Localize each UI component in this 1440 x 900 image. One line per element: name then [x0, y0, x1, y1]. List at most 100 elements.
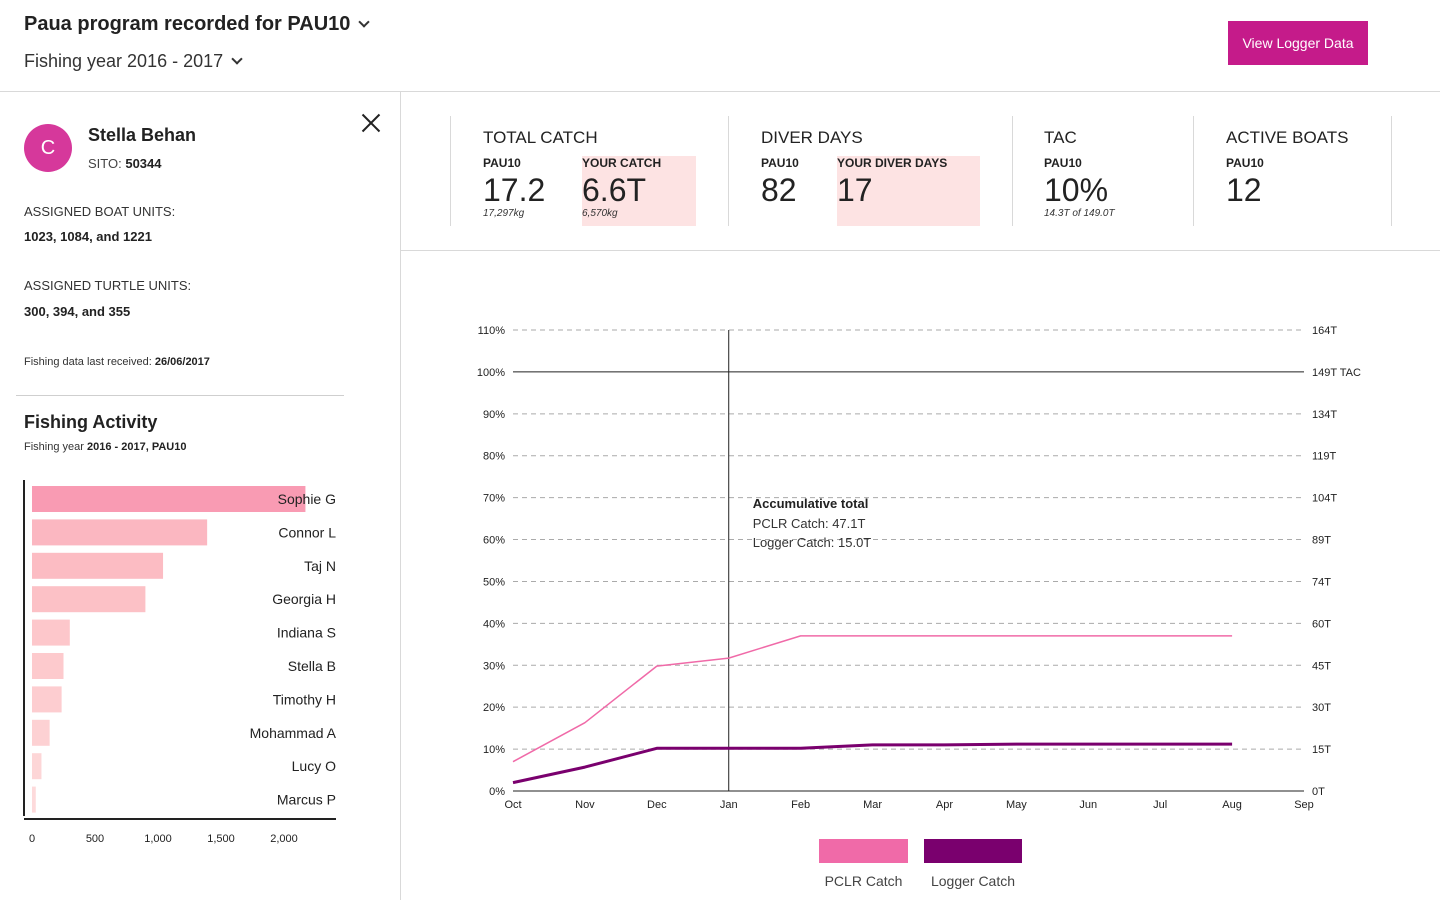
x-tick: Jan	[720, 799, 738, 811]
last-received: Fishing data last received: 26/06/2017	[24, 356, 210, 368]
bar-3	[32, 586, 146, 613]
stat-your-note: 6,570kg	[582, 208, 618, 219]
sito-label: SITO:	[88, 156, 122, 171]
page-header: Paua program recorded for PAU10 Fishing …	[0, 0, 1440, 92]
stat-your-label: YOUR CATCH	[582, 156, 662, 170]
fishing-activity-title: Fishing Activity	[24, 412, 158, 432]
bar-x-tick: 2,000	[270, 833, 298, 845]
legend-label-logger: Logger Catch	[930, 873, 1016, 889]
bar-label: Connor L	[278, 524, 336, 540]
turtle-units-value: 300, 394, and 355	[24, 304, 131, 319]
y-right-tick: 15T	[1312, 744, 1331, 756]
stat-area-block: PAU10 17.2 17,297kg	[483, 156, 573, 226]
stat-area-value: 82	[761, 172, 797, 208]
view-logger-data-button[interactable]: View Logger Data	[1228, 21, 1368, 65]
tooltip-title: Accumulative total	[753, 496, 869, 511]
x-tick: Aug	[1222, 799, 1242, 811]
y-left-tick: 50%	[483, 576, 505, 588]
bar-label: Timothy H	[273, 691, 336, 707]
stat-area-block: PAU10 10% 14.3T of 149.0T	[1044, 156, 1184, 226]
bar-label: Sophie G	[278, 491, 336, 507]
stat-area-note: 17,297kg	[483, 208, 525, 219]
stat-your-label: YOUR DIVER DAYS	[837, 156, 948, 170]
y-left-tick: 0%	[489, 786, 505, 798]
x-tick: Mar	[863, 799, 882, 811]
bar-label: Lucy O	[292, 758, 336, 774]
y-left-tick: 80%	[483, 451, 505, 463]
x-tick: Sep	[1294, 799, 1314, 811]
turtle-units-label: ASSIGNED TURTLE UNITS:	[24, 278, 192, 293]
fisher-profile-panel: C Stella Behan SITO: 50344 ASSIGNED BOAT…	[0, 92, 401, 900]
bar-0	[32, 486, 306, 512]
bar-label: Stella B	[288, 658, 336, 674]
bar-4	[32, 619, 70, 646]
chevron-down-icon	[358, 16, 371, 28]
y-left-tick: 20%	[483, 702, 505, 714]
y-right-tick: 0T	[1312, 786, 1325, 798]
bar-8	[32, 753, 42, 780]
x-tick: Nov	[575, 799, 595, 811]
catch-line-chart-svg[interactable]: 0% 0T 10% 15T 20% 30T 30% 45T 40% 60T 50% 74T 60% 89T…	[401, 251, 1440, 811]
stat-area-block: PAU10 12	[1226, 156, 1346, 226]
y-left-tick: 60%	[483, 535, 505, 547]
legend-item-pclr[interactable]: PCLR Catch	[819, 839, 908, 889]
stat-title: TOTAL CATCH	[483, 128, 598, 147]
stat-your-value: 6.6T	[582, 172, 647, 208]
stat-area-block: PAU10 82	[761, 156, 831, 226]
stat-your-block: YOUR CATCH 6.6T 6,570kg	[582, 156, 696, 226]
y-right-tick: 30T	[1312, 702, 1331, 714]
fishing-year-label: Fishing year 2016 - 2017	[24, 51, 224, 71]
fishing-activity-bar-chart: Sophie G Connor L Taj N Georgia H Indiana S S…	[23, 480, 337, 845]
legend-swatch-logger	[924, 839, 1022, 863]
y-right-tick: 104T	[1312, 493, 1337, 505]
fishing-year-selector[interactable]: Fishing year 2016 - 2017	[24, 51, 243, 72]
program-title: Paua program recorded for PAU10	[24, 13, 351, 35]
bar-7	[32, 719, 50, 746]
stat-total-catch: TOTAL CATCH PAU10 17.2 17,297kg YOUR CAT…	[450, 116, 728, 226]
y-left-tick: 100%	[477, 367, 505, 379]
x-tick: Oct	[504, 799, 521, 811]
fishing-activity-subtitle-value: 2016 - 2017, PAU10	[86, 441, 187, 453]
bar-x-tick: 0	[29, 833, 35, 845]
y-left-tick: 70%	[483, 493, 505, 505]
bar-1	[32, 519, 208, 546]
stat-area-value: 17.2	[483, 172, 546, 208]
program-selector[interactable]: Paua program recorded for PAU10	[24, 13, 371, 36]
x-tick: Apr	[936, 799, 953, 811]
y-left-tick: 30%	[483, 660, 505, 672]
fishing-activity-subtitle-prefix: Fishing year	[24, 441, 84, 453]
last-received-date: 26/06/2017	[154, 356, 210, 368]
stat-area-label: PAU10	[1044, 156, 1082, 170]
chevron-down-icon	[231, 53, 243, 65]
boat-units-value: 1023, 1084, and 1221	[24, 229, 152, 244]
stat-your-block: YOUR DIVER DAYS 17	[837, 156, 980, 226]
sito-value: 50344	[125, 156, 162, 171]
close-icon[interactable]	[358, 110, 384, 136]
series-line-1	[512, 742, 1233, 785]
bar-label: Mohammad A	[250, 725, 337, 741]
x-tick: Feb	[791, 799, 810, 811]
stat-title: DIVER DAYS	[761, 128, 863, 147]
y-left-tick: 110%	[478, 325, 506, 337]
bar-6	[32, 686, 62, 713]
bar-5	[32, 653, 64, 679]
fishing-activity-subtitle: Fishing year 2016 - 2017, PAU10	[24, 441, 186, 453]
y-left-tick: 40%	[483, 618, 505, 630]
x-tick: Jul	[1153, 799, 1167, 811]
y-left-tick: 10%	[483, 744, 505, 756]
y-left-tick: 90%	[483, 409, 505, 421]
bar-2	[32, 552, 164, 579]
legend-item-logger[interactable]: Logger Catch	[924, 839, 1022, 889]
x-tick: Dec	[647, 799, 667, 811]
stat-title: ACTIVE BOATS	[1226, 128, 1349, 147]
legend-swatch-pclr	[819, 839, 908, 863]
y-right-tick: 89T	[1312, 535, 1331, 547]
stat-title: TAC	[1044, 128, 1077, 147]
tooltip-pclr: PCLR Catch: 47.1T	[753, 516, 866, 531]
bar-9	[32, 786, 36, 813]
bar-label: Taj N	[304, 558, 336, 574]
y-right-tick: 60T	[1312, 618, 1331, 630]
fisher-name: Stella Behan	[88, 125, 197, 145]
bar-x-tick: 1,000	[144, 833, 172, 845]
bar-label: Marcus P	[277, 792, 336, 808]
